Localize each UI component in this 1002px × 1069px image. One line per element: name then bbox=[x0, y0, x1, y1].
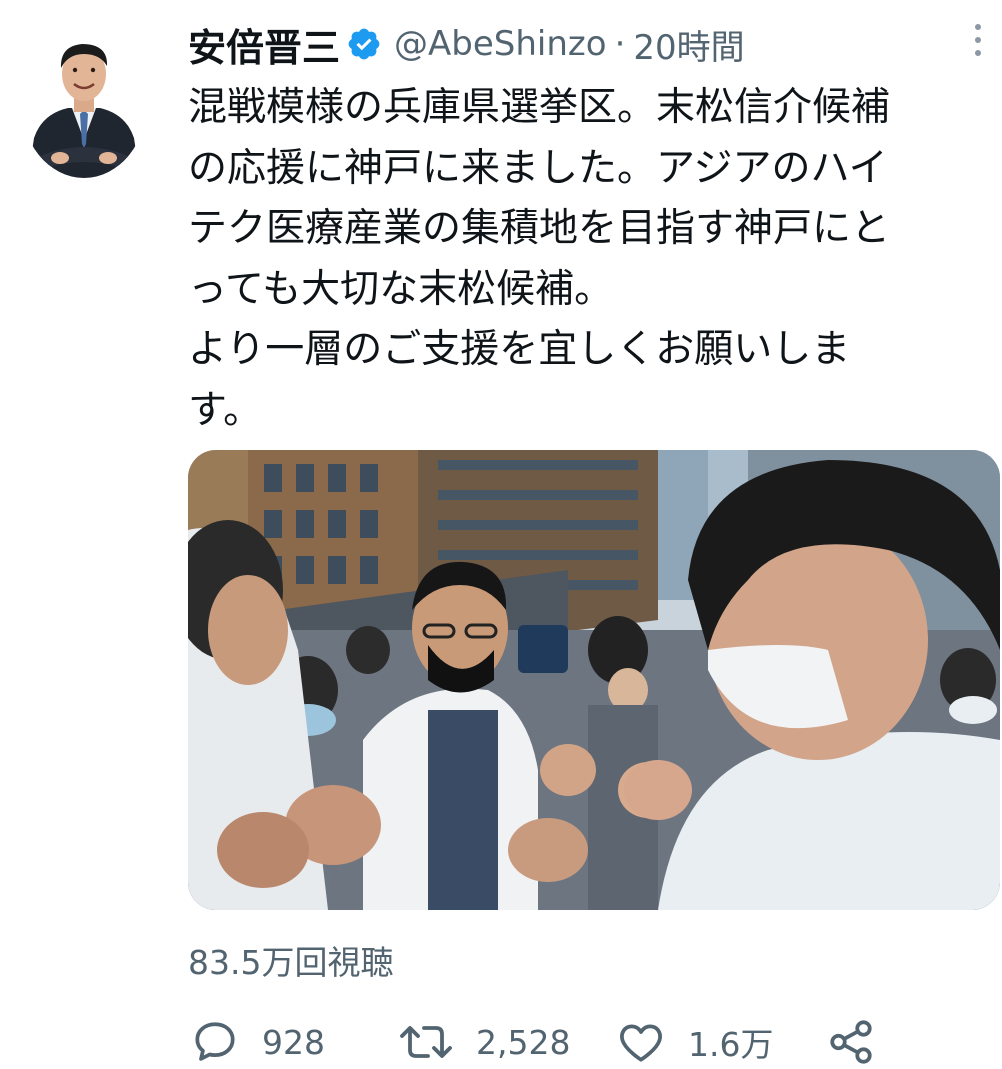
like-button[interactable]: 1.6万 bbox=[616, 1014, 773, 1069]
retweet-count: 2,528 bbox=[476, 1022, 571, 1062]
retweet-button[interactable]: 2,528 bbox=[398, 1014, 570, 1069]
share-icon bbox=[826, 1017, 876, 1067]
tweet-header: 安倍晋三 @AbeShinzo · 20時間 bbox=[188, 16, 745, 72]
tweet-text-line: より一層のご支援を宜しくお願いしま bbox=[188, 327, 851, 372]
verified-badge-icon bbox=[346, 26, 382, 62]
tweet-text-line: テク医療産業の集積地を目指す神戸にと bbox=[188, 206, 891, 251]
reply-count: 928 bbox=[262, 1022, 325, 1062]
tweet-actions: 928 2,528 1.6万 bbox=[190, 1014, 890, 1069]
tweet-text-line: っても大切な末松候補。 bbox=[188, 266, 614, 312]
like-count: 1.6万 bbox=[688, 1025, 774, 1064]
retweet-icon bbox=[398, 1017, 454, 1067]
more-vertical-icon[interactable] bbox=[966, 20, 990, 60]
heart-icon bbox=[616, 1017, 666, 1067]
separator-dot: · bbox=[614, 24, 626, 64]
tweet-text-line: 混戦模様の兵庫県選挙区。末松信介候補 bbox=[188, 85, 891, 130]
display-name[interactable]: 安倍晋三 bbox=[188, 17, 340, 72]
tweet-text-line: の応援に神戸に来ました。アジアのハイ bbox=[188, 145, 888, 191]
tweet: 安倍晋三 @AbeShinzo · 20時間 混戦模様の兵庫県選挙区。末松信介候… bbox=[0, 0, 1002, 1069]
avatar[interactable] bbox=[20, 20, 148, 178]
speech-bubble-icon bbox=[190, 1017, 240, 1067]
tweet-text-line: す。 bbox=[188, 387, 263, 433]
handle[interactable]: @AbeShinzo bbox=[394, 24, 607, 64]
view-count: 83.5万回視聴 bbox=[188, 943, 394, 982]
video-frame-image bbox=[188, 450, 1000, 910]
share-button[interactable] bbox=[826, 1014, 876, 1069]
avatar-image bbox=[20, 20, 148, 178]
timestamp[interactable]: 20時間 bbox=[633, 20, 744, 69]
tweet-text: 混戦模様の兵庫県選挙区。末松信介候補 の応援に神戸に来ました。アジアのハイ テク… bbox=[188, 78, 1002, 441]
reply-button[interactable]: 928 bbox=[190, 1014, 325, 1069]
video-thumbnail[interactable] bbox=[188, 450, 1000, 910]
